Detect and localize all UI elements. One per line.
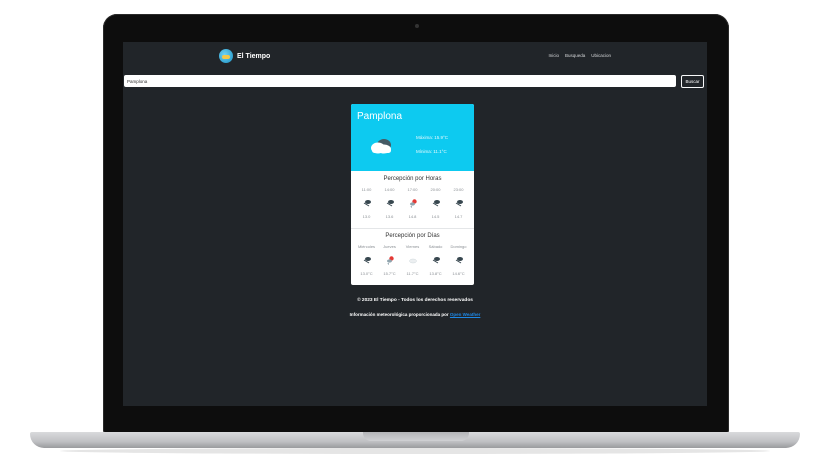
drizzle-icon bbox=[432, 200, 440, 207]
sun-rain-icon bbox=[386, 256, 394, 265]
footer-info-text: Información meteorológica proporcionada … bbox=[349, 312, 449, 317]
sun-rain-icon bbox=[409, 199, 417, 208]
hour-temp: 13.6 bbox=[385, 214, 394, 219]
day-name: Sábado bbox=[428, 244, 443, 249]
hours-values: 13.0 13.6 14.8 14.5 14.7 bbox=[355, 214, 470, 219]
brand[interactable]: El Tiempo bbox=[219, 49, 270, 63]
hour-time: 23:00 bbox=[453, 187, 464, 192]
open-weather-link[interactable]: Open Weather bbox=[450, 312, 480, 317]
day-temp: 13.0°C bbox=[360, 271, 373, 276]
day-name: Miércoles bbox=[357, 244, 376, 249]
day-name: Viernes bbox=[405, 244, 420, 249]
drizzle-icon bbox=[455, 257, 463, 264]
cloud-icon bbox=[371, 139, 391, 154]
nav-link-busqueda[interactable]: Busqueda bbox=[565, 53, 585, 58]
brand-name: El Tiempo bbox=[237, 52, 271, 60]
day-temp: 13.8°C bbox=[429, 271, 442, 276]
nav-links: Inicio Busqueda Ubicacion bbox=[548, 53, 611, 58]
day-temp: 11.7°C bbox=[406, 271, 419, 276]
screen: El Tiempo Inicio Busqueda Ubicacion Busc… bbox=[123, 42, 707, 406]
divider bbox=[351, 228, 474, 229]
day-name: Domingo bbox=[450, 244, 467, 249]
min-temp: Mínima: 11.1°C bbox=[416, 149, 447, 154]
footer-copyright: © 2023 El Tiempo - Todos los derechos re… bbox=[357, 298, 473, 303]
city-name: Pamplona bbox=[357, 111, 403, 122]
camera-dot bbox=[415, 24, 419, 28]
drizzle-icon bbox=[386, 200, 394, 207]
footer-info: Información meteorológica proporcionada … bbox=[123, 312, 707, 317]
day-name: Jueves bbox=[383, 244, 396, 249]
drizzle-icon bbox=[432, 257, 440, 264]
hours-times: 11:00 14:00 17:00 20:00 23:00 bbox=[355, 187, 470, 192]
hour-time: 20:00 bbox=[430, 187, 441, 192]
drizzle-icon bbox=[363, 200, 371, 207]
laptop-base bbox=[30, 432, 800, 448]
drizzle-icon bbox=[363, 257, 371, 264]
days-title: Percepción por Días bbox=[385, 233, 440, 239]
search-input[interactable] bbox=[124, 75, 676, 87]
hour-temp: 14.8 bbox=[408, 214, 417, 219]
hour-temp: 13.0 bbox=[362, 214, 371, 219]
base-shadow bbox=[60, 448, 770, 454]
day-temp: 15.7°C bbox=[383, 271, 396, 276]
search-button[interactable]: Buscar bbox=[681, 75, 704, 88]
max-temp: Máxima: 15.9°C bbox=[416, 135, 449, 140]
card-header: Pamplona Máxima: 15.9°C Mínima: 11.1°C bbox=[351, 104, 474, 171]
nav-link-inicio[interactable]: Inicio bbox=[548, 53, 559, 58]
hour-time: 14:00 bbox=[384, 187, 395, 192]
nav-link-ubicacion[interactable]: Ubicacion bbox=[591, 53, 611, 58]
laptop-lid: El Tiempo Inicio Busqueda Ubicacion Busc… bbox=[103, 14, 729, 434]
hours-title: Percepción por Horas bbox=[383, 176, 442, 182]
weather-logo-icon bbox=[219, 49, 233, 63]
base-notch bbox=[363, 432, 469, 441]
weather-card: Pamplona Máxima: 15.9°C Mínima: 11.1°C P… bbox=[351, 104, 474, 285]
hours-icons bbox=[355, 198, 470, 209]
navbar: El Tiempo Inicio Busqueda Ubicacion bbox=[123, 42, 707, 70]
hour-time: 11:00 bbox=[361, 187, 372, 192]
hour-temp: 14.7 bbox=[454, 214, 463, 219]
search-bar: Buscar bbox=[123, 75, 707, 89]
drizzle-icon bbox=[455, 200, 463, 207]
hour-time: 17:00 bbox=[407, 187, 418, 192]
days-names: Miércoles Jueves Viernes Sábado Domingo bbox=[355, 244, 470, 249]
days-values: 13.0°C 15.7°C 11.7°C 13.8°C 14.6°C bbox=[355, 271, 470, 276]
hour-temp: 14.5 bbox=[431, 214, 440, 219]
day-temp: 14.6°C bbox=[452, 271, 465, 276]
light-cloud-icon bbox=[408, 258, 417, 264]
days-icons bbox=[355, 255, 470, 266]
